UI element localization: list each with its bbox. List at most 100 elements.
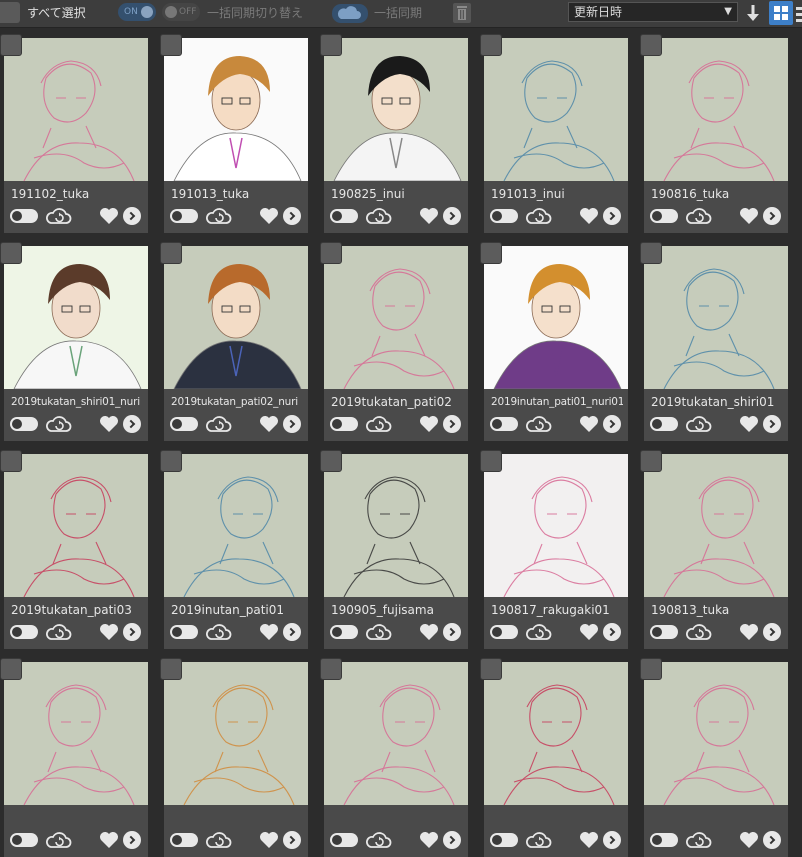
card-select-checkbox[interactable]	[160, 658, 182, 680]
card-select-checkbox[interactable]	[320, 450, 342, 472]
cloud-sync-icon[interactable]	[686, 830, 712, 850]
artwork-card[interactable]	[480, 658, 628, 857]
heart-icon[interactable]	[99, 415, 119, 433]
sync-toggle-icon[interactable]	[650, 625, 678, 639]
card-select-checkbox[interactable]	[640, 242, 662, 264]
cloud-sync-icon[interactable]	[46, 830, 72, 850]
card-select-checkbox[interactable]	[160, 34, 182, 56]
sync-toggle-icon[interactable]	[10, 833, 38, 847]
sync-toggle-icon[interactable]	[10, 625, 38, 639]
artwork-card[interactable]: 2019tukatan_pati03	[0, 450, 148, 649]
heart-icon[interactable]	[99, 623, 119, 641]
card-select-checkbox[interactable]	[0, 450, 22, 472]
sync-toggle-icon[interactable]	[650, 209, 678, 223]
artwork-thumbnail[interactable]	[4, 38, 148, 181]
artwork-card[interactable]	[640, 658, 788, 857]
card-select-checkbox[interactable]	[320, 34, 342, 56]
artwork-thumbnail[interactable]	[164, 662, 308, 805]
cloud-sync-icon[interactable]	[46, 206, 72, 226]
sync-toggle-icon[interactable]	[10, 417, 38, 431]
card-select-checkbox[interactable]	[480, 242, 502, 264]
artwork-thumbnail[interactable]	[324, 662, 468, 805]
artwork-card[interactable]: 191013_tuka	[160, 34, 308, 233]
card-select-checkbox[interactable]	[480, 658, 502, 680]
card-select-checkbox[interactable]	[480, 34, 502, 56]
chevron-right-icon[interactable]	[443, 831, 461, 849]
chevron-right-icon[interactable]	[123, 207, 141, 225]
artwork-thumbnail[interactable]	[484, 454, 628, 597]
artwork-card[interactable]: 2019tukatan_pati02	[320, 242, 468, 441]
chevron-right-icon[interactable]	[763, 623, 781, 641]
card-select-checkbox[interactable]	[0, 658, 22, 680]
cloud-sync-icon[interactable]	[526, 414, 552, 434]
heart-icon[interactable]	[739, 415, 759, 433]
chevron-right-icon[interactable]	[603, 831, 621, 849]
artwork-thumbnail[interactable]	[164, 246, 308, 389]
artwork-thumbnail[interactable]	[644, 246, 788, 389]
cloud-sync-icon[interactable]	[366, 414, 392, 434]
chevron-right-icon[interactable]	[123, 415, 141, 433]
artwork-card[interactable]: 2019inutan_pati01_nuri01	[480, 242, 628, 441]
cloud-sync-icon[interactable]	[526, 830, 552, 850]
artwork-card[interactable]: 191013_inui	[480, 34, 628, 233]
artwork-thumbnail[interactable]	[324, 246, 468, 389]
sync-toggle-icon[interactable]	[650, 833, 678, 847]
heart-icon[interactable]	[99, 207, 119, 225]
card-select-checkbox[interactable]	[480, 450, 502, 472]
artwork-thumbnail[interactable]	[484, 662, 628, 805]
chevron-right-icon[interactable]	[283, 415, 301, 433]
heart-icon[interactable]	[99, 831, 119, 849]
artwork-card[interactable]: 190813_tuka	[640, 450, 788, 649]
card-select-checkbox[interactable]	[640, 450, 662, 472]
chevron-right-icon[interactable]	[283, 623, 301, 641]
sync-toggle-icon[interactable]	[330, 417, 358, 431]
sort-direction-button[interactable]	[742, 2, 764, 24]
grid-view-button[interactable]	[769, 1, 793, 25]
heart-icon[interactable]	[579, 415, 599, 433]
heart-icon[interactable]	[419, 415, 439, 433]
artwork-thumbnail[interactable]	[484, 38, 628, 181]
cloud-sync-icon[interactable]	[366, 622, 392, 642]
sync-toggle-icon[interactable]	[490, 209, 518, 223]
cloud-sync-icon[interactable]	[206, 830, 232, 850]
sync-toggle-icon[interactable]	[170, 209, 198, 223]
chevron-right-icon[interactable]	[123, 831, 141, 849]
card-select-checkbox[interactable]	[0, 34, 22, 56]
heart-icon[interactable]	[739, 831, 759, 849]
artwork-thumbnail[interactable]	[484, 246, 628, 389]
heart-icon[interactable]	[259, 623, 279, 641]
sync-toggle-icon[interactable]	[490, 625, 518, 639]
artwork-thumbnail[interactable]	[164, 454, 308, 597]
artwork-card[interactable]	[0, 658, 148, 857]
card-select-checkbox[interactable]	[320, 658, 342, 680]
heart-icon[interactable]	[739, 623, 759, 641]
cloud-sync-icon[interactable]	[686, 414, 712, 434]
chevron-right-icon[interactable]	[443, 415, 461, 433]
chevron-right-icon[interactable]	[123, 623, 141, 641]
artwork-thumbnail[interactable]	[4, 246, 148, 389]
list-view-button[interactable]	[796, 4, 802, 24]
sync-toggle-icon[interactable]	[170, 833, 198, 847]
artwork-card[interactable]: 190817_rakugaki01	[480, 450, 628, 649]
chevron-right-icon[interactable]	[443, 207, 461, 225]
chevron-right-icon[interactable]	[763, 831, 781, 849]
sync-toggle-icon[interactable]	[10, 209, 38, 223]
artwork-thumbnail[interactable]	[324, 454, 468, 597]
cloud-sync-icon[interactable]	[206, 414, 232, 434]
sync-toggle-icon[interactable]	[650, 417, 678, 431]
chevron-right-icon[interactable]	[763, 415, 781, 433]
sync-on-toggle[interactable]: ON	[118, 3, 156, 21]
sync-toggle-icon[interactable]	[170, 417, 198, 431]
cloud-sync-icon[interactable]	[206, 206, 232, 226]
card-select-checkbox[interactable]	[160, 242, 182, 264]
chevron-right-icon[interactable]	[603, 207, 621, 225]
heart-icon[interactable]	[419, 623, 439, 641]
cloud-sync-icon[interactable]	[366, 206, 392, 226]
artwork-card[interactable]	[160, 658, 308, 857]
artwork-card[interactable]: 2019inutan_pati01	[160, 450, 308, 649]
cloud-sync-icon[interactable]	[686, 622, 712, 642]
cloud-sync-icon[interactable]	[366, 830, 392, 850]
sync-toggle-icon[interactable]	[330, 833, 358, 847]
artwork-thumbnail[interactable]	[644, 454, 788, 597]
batch-sync-label[interactable]: 一括同期	[374, 4, 422, 21]
